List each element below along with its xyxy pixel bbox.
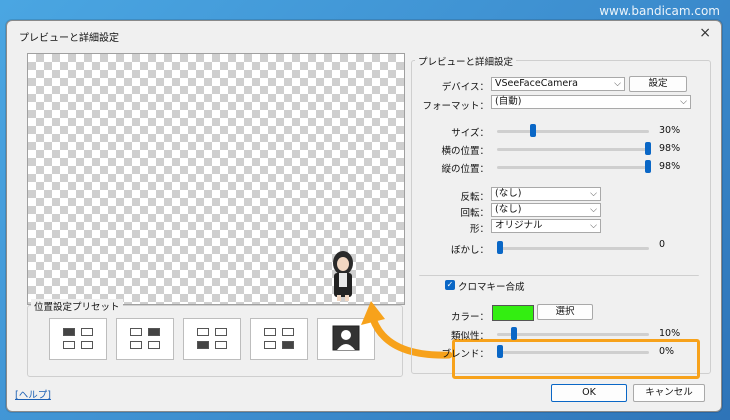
vpos-slider-track[interactable] [497, 166, 649, 169]
vpos-slider-thumb[interactable] [645, 160, 651, 173]
highlight-box [452, 339, 700, 379]
shape-select[interactable]: オリジナル ⌵ [491, 219, 601, 233]
hpos-slider-thumb[interactable] [645, 142, 651, 155]
blend-slider-track[interactable] [497, 351, 649, 354]
size-slider-track[interactable] [497, 130, 649, 133]
flip-select[interactable]: (なし) ⌵ [491, 187, 601, 201]
blur-slider-thumb[interactable] [497, 241, 503, 254]
blur-label: ぼかし： [450, 245, 489, 256]
hpos-value: 98% [659, 143, 681, 154]
preview-settings-dialog: プレビューと詳細設定 × 位置設定プリセット プレビューと詳細設定 デバイス： … [6, 20, 722, 412]
flip-value: (なし) [495, 188, 522, 199]
rotate-value: (なし) [495, 204, 522, 215]
camera-preview [27, 53, 405, 305]
close-icon[interactable]: × [699, 25, 711, 41]
similarity-slider-track[interactable] [497, 333, 649, 336]
blend-slider-thumb[interactable] [497, 345, 503, 358]
vpos-value: 98% [659, 161, 681, 172]
preset-top-left-button[interactable] [49, 318, 107, 360]
similarity-label: 類似性： [450, 331, 489, 342]
device-settings-button[interactable]: 設定 [629, 76, 687, 92]
help-link[interactable]: [ヘルプ] [15, 387, 51, 401]
watermark: www.bandicam.com [599, 4, 720, 18]
shape-value: オリジナル [495, 220, 543, 231]
rotate-label: 回転： [460, 208, 489, 219]
chevron-down-icon: ⌵ [680, 97, 687, 107]
flip-label: 反転： [460, 192, 489, 203]
color-select-button[interactable]: 選択 [537, 304, 593, 320]
similarity-slider-thumb[interactable] [511, 327, 517, 340]
color-label: カラー： [450, 312, 489, 323]
color-swatch[interactable] [492, 305, 534, 321]
hpos-slider-track[interactable] [497, 148, 649, 151]
similarity-value: 10% [659, 328, 681, 339]
chevron-down-icon: ⌵ [590, 221, 597, 231]
size-label: サイズ： [451, 128, 489, 139]
format-select[interactable]: (自動) ⌵ [491, 95, 691, 109]
chevron-down-icon: ⌵ [590, 189, 597, 199]
blend-label: ブレンド： [441, 349, 489, 360]
device-label: デバイス： [441, 82, 489, 93]
preset-top-right-button[interactable] [116, 318, 174, 360]
blur-value: 0 [659, 239, 666, 250]
device-value: VSeeFaceCamera [495, 78, 578, 89]
device-select[interactable]: VSeeFaceCamera ⌵ [491, 77, 625, 91]
format-label: フォーマット： [422, 101, 489, 112]
chroma-label: クロマキー合成 [458, 282, 525, 293]
blur-slider-track[interactable] [497, 247, 649, 250]
blend-value: 0% [659, 346, 675, 357]
cancel-button[interactable]: キャンセル [633, 384, 705, 402]
chroma-divider [419, 275, 699, 277]
ok-button[interactable]: OK [551, 384, 627, 402]
size-slider-thumb[interactable] [530, 124, 536, 137]
format-value: (自動) [495, 96, 522, 107]
settings-group-label: プレビューと詳細設定 [415, 54, 517, 68]
rotate-select[interactable]: (なし) ⌵ [491, 203, 601, 217]
chevron-down-icon: ⌵ [614, 79, 621, 89]
dialog-title: プレビューと詳細設定 [19, 33, 119, 44]
preset-bottom-left-button[interactable] [183, 318, 241, 360]
preset-bottom-right-button[interactable] [250, 318, 308, 360]
hpos-label: 横の位置： [441, 146, 489, 157]
preset-group-label: 位置設定プリセット [31, 299, 123, 313]
chevron-down-icon: ⌵ [590, 205, 597, 215]
chroma-checkbox[interactable]: ✓ [445, 280, 455, 290]
size-value: 30% [659, 125, 681, 136]
vpos-label: 縦の位置： [441, 164, 489, 175]
shape-label: 形： [469, 224, 489, 235]
